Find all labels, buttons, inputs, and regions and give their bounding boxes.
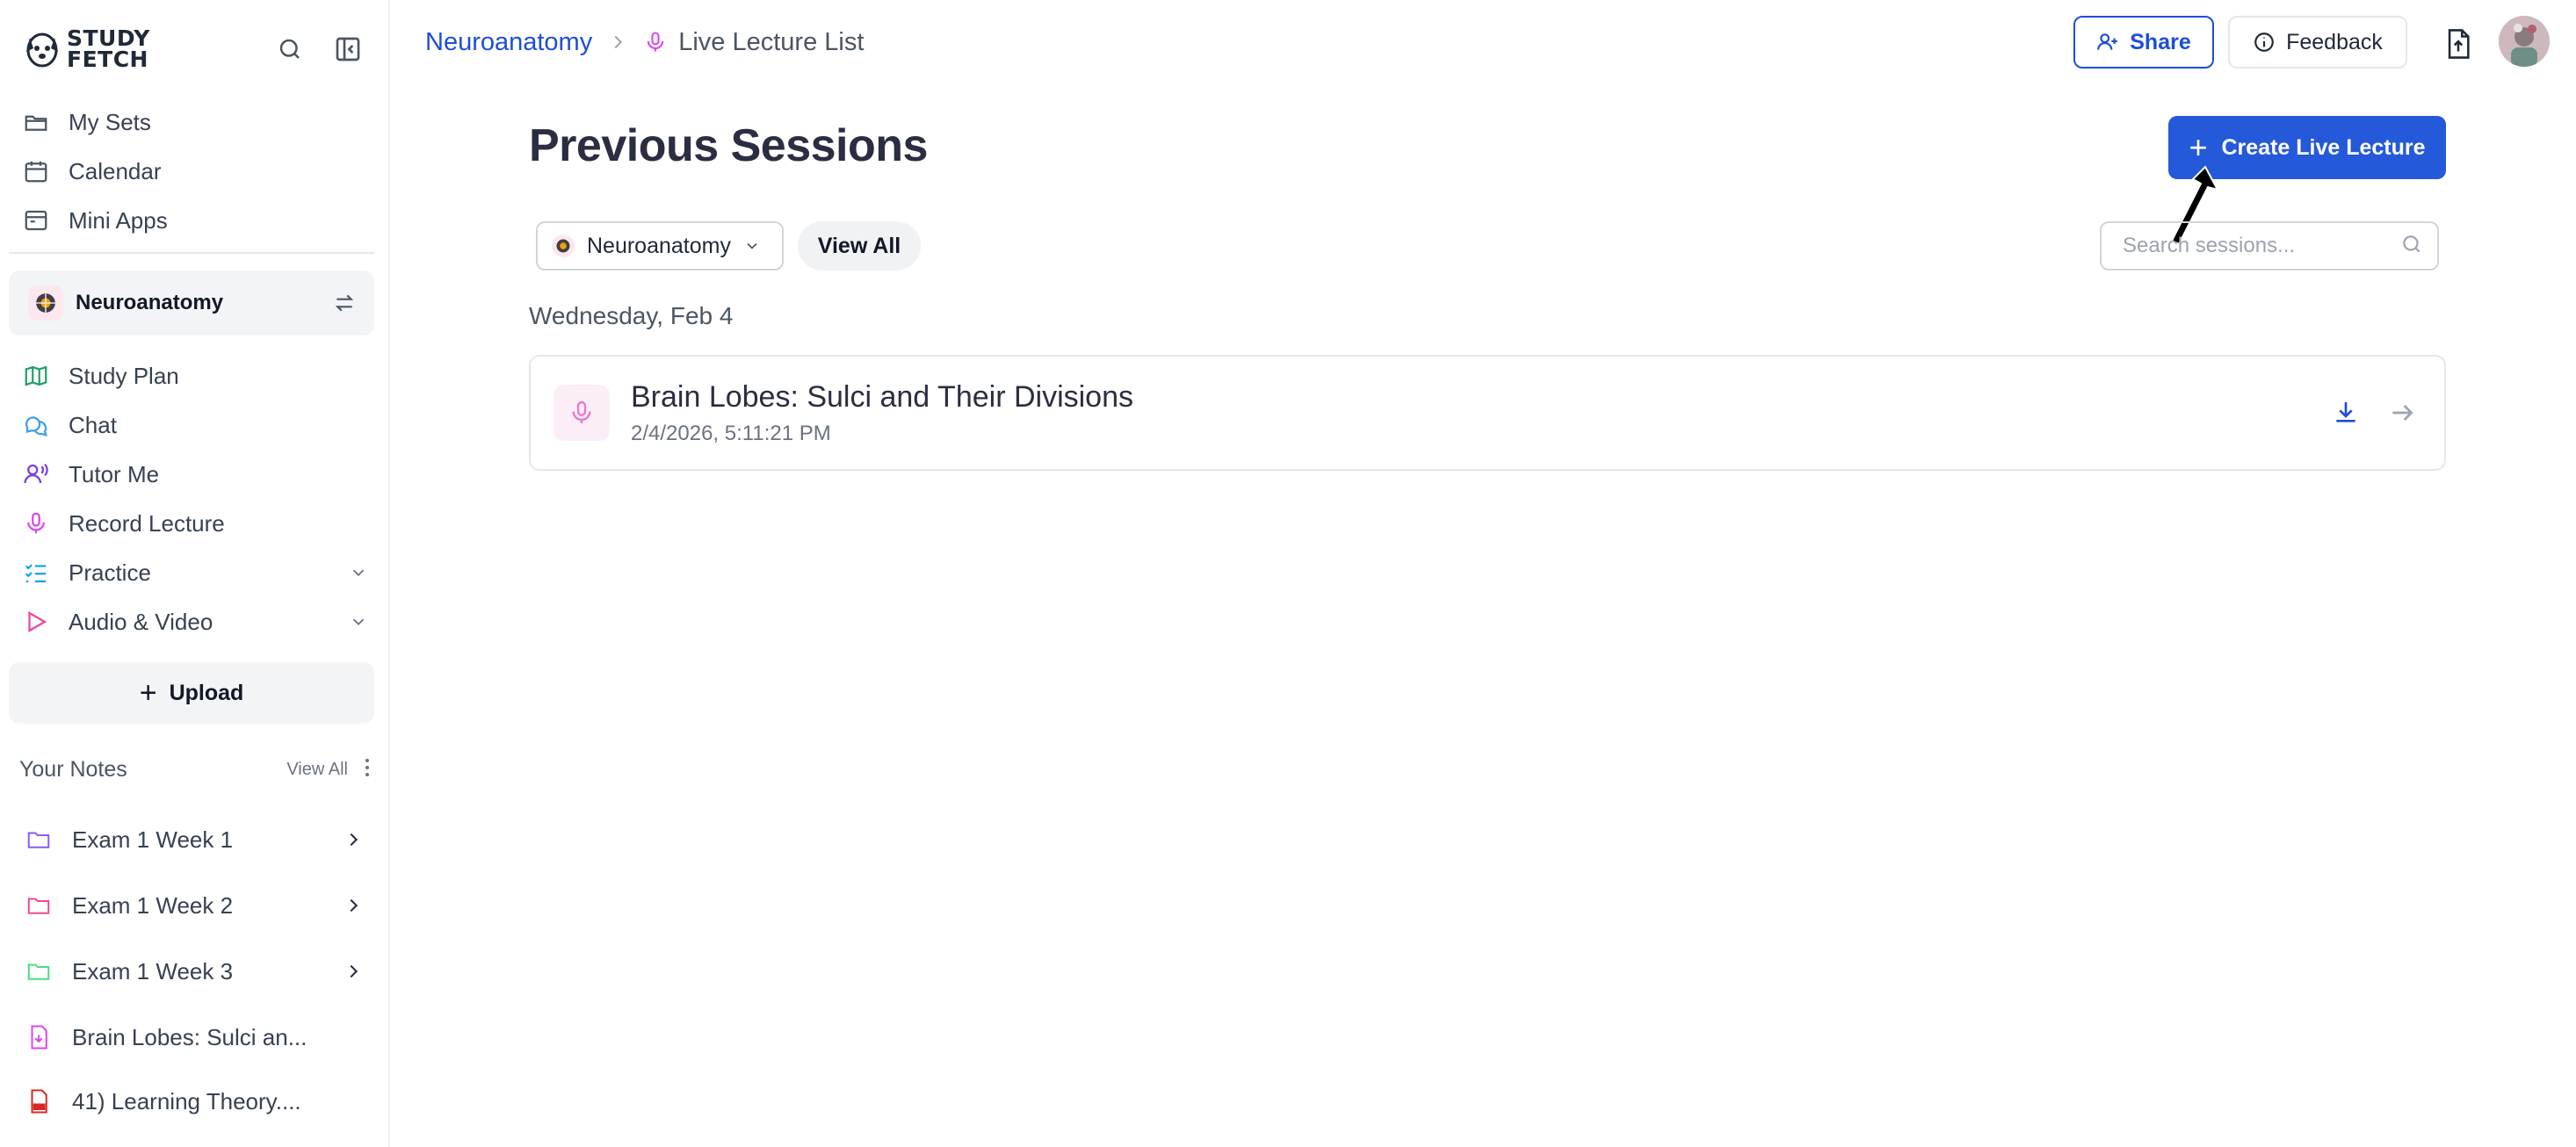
breadcrumb: Neuroanatomy Live Lecture List [425,23,864,61]
dog-mascot-icon [26,32,58,68]
chevron-right-icon[interactable] [341,959,365,984]
pdf-file-icon [23,1086,54,1117]
nav-calendar[interactable]: Calendar [21,152,162,191]
course-name: Neuroanatomy [76,291,224,314]
course-filter-select[interactable]: Neuroanatomy [536,221,784,271]
nav-mini-apps[interactable]: Mini Apps [21,201,168,240]
notes-heading: Your Notes [19,756,127,782]
chat-bubbles-icon [21,410,51,440]
search-sessions-input[interactable] [2123,234,2400,258]
note-folder-item[interactable]: Exam 1 Week 2 [23,886,365,925]
collapse-sidebar-icon[interactable] [330,32,365,67]
note-file-item[interactable]: 41) Learning Theory.... [23,1082,365,1121]
tutor-voice-icon [21,459,51,489]
note-folder-label: Exam 1 Week 2 [72,891,234,919]
note-file-label: 41) Learning Theory.... [72,1087,301,1115]
breadcrumb-course-link[interactable]: Neuroanatomy [425,28,592,57]
session-title: Brain Lobes: Sulci and Their Divisions [631,379,1133,414]
session-card[interactable]: Brain Lobes: Sulci and Their Divisions 2… [529,355,2446,471]
plus-icon: + [2189,129,2208,165]
view-all-button[interactable]: View All [798,221,921,271]
chevron-right-icon [608,32,627,52]
course-filter-value: Neuroanatomy [587,233,731,258]
app-window-icon [21,206,51,235]
chevron-down-icon[interactable] [348,562,369,583]
course-badge-icon [28,285,63,321]
logo-text-line2: FETCH [67,47,148,72]
folder-open-icon [21,107,51,137]
file-upload-icon[interactable] [2437,23,2479,65]
note-file-item[interactable]: Brain Lobes: Sulci an... [23,1018,365,1057]
audio-file-icon [23,1021,54,1053]
feedback-label: Feedback [2286,29,2383,54]
microphone-icon [643,30,668,54]
chevron-down-icon[interactable] [348,611,369,632]
nav-chat-label: Chat [69,411,117,438]
nav-calendar-label: Calendar [69,157,162,184]
nav-audio-video[interactable]: Audio & Video [21,602,369,641]
course-switcher[interactable]: Neuroanatomy [9,271,374,335]
nav-audio-video-label: Audio & Video [69,608,213,635]
search-icon[interactable] [2400,233,2423,260]
chevron-right-icon[interactable] [341,893,365,918]
sidebar: STUDY FETCH My Sets Calendar Mini Apps N… [0,0,390,1147]
more-vertical-icon[interactable] [364,757,371,783]
nav-record-lecture-label: Record Lecture [69,509,225,537]
studyfetch-logo[interactable]: STUDY FETCH [23,23,163,76]
nav-practice[interactable]: Practice [21,553,369,592]
search-icon[interactable] [272,32,308,67]
course-badge-icon [552,234,575,257]
nav-chat[interactable]: Chat [21,406,117,444]
info-icon [2253,31,2276,54]
calendar-icon [21,156,51,186]
nav-tutor-me-label: Tutor Me [69,460,160,487]
nav-practice-label: Practice [69,559,151,586]
note-file-label: Brain Lobes: Sulci an... [72,1023,308,1050]
folder-icon [23,824,54,855]
plus-icon: + [139,676,157,710]
search-sessions-field[interactable] [2100,221,2439,271]
app-root: STUDY FETCH My Sets Calendar Mini Apps N… [0,0,2576,1147]
share-label: Share [2130,29,2191,54]
add-user-icon [2096,31,2119,54]
share-button[interactable]: Share [2073,16,2214,69]
note-folder-label: Exam 1 Week 3 [72,957,234,985]
download-icon[interactable] [2326,393,2365,432]
upload-label: Upload [169,680,244,705]
avatar[interactable] [2499,16,2550,67]
nav-study-plan-label: Study Plan [69,362,179,389]
session-date-heading: Wednesday, Feb 4 [529,302,734,329]
note-folder-label: Exam 1 Week 1 [72,826,234,853]
breadcrumb-current: Live Lecture List [678,27,865,56]
arrow-right-icon[interactable] [2383,393,2421,432]
nav-my-sets[interactable]: My Sets [21,103,151,141]
feedback-button[interactable]: Feedback [2228,16,2407,69]
checklist-icon [21,558,51,588]
notes-header: Your Notes View All [19,754,371,785]
nav-tutor-me[interactable]: Tutor Me [21,455,159,494]
folder-icon [23,956,54,987]
note-folder-item[interactable]: Exam 1 Week 3 [23,952,365,991]
page-title: Previous Sessions [529,120,928,171]
session-timestamp: 2/4/2026, 5:11:21 PM [631,421,831,445]
create-live-lecture-label: Create Live Lecture [2221,134,2426,160]
folder-icon [23,890,54,921]
sidebar-divider [9,252,374,254]
play-icon [21,607,51,637]
chevron-right-icon[interactable] [341,827,365,852]
upload-button[interactable]: + Upload [9,662,374,724]
swap-course-icon[interactable] [327,285,362,321]
nav-study-plan[interactable]: Study Plan [21,357,179,395]
session-info: Brain Lobes: Sulci and Their Divisions 2… [631,380,2309,446]
microphone-icon [554,385,610,441]
note-folder-item[interactable]: Exam 1 Week 1 [23,820,365,859]
nav-mini-apps-label: Mini Apps [69,206,168,234]
nav-my-sets-label: My Sets [69,108,151,135]
notes-view-all-link[interactable]: View All [286,760,348,780]
microphone-icon [21,509,51,538]
nav-record-lecture[interactable]: Record Lecture [21,504,225,543]
chevron-down-icon [743,237,761,255]
map-icon [21,361,51,391]
